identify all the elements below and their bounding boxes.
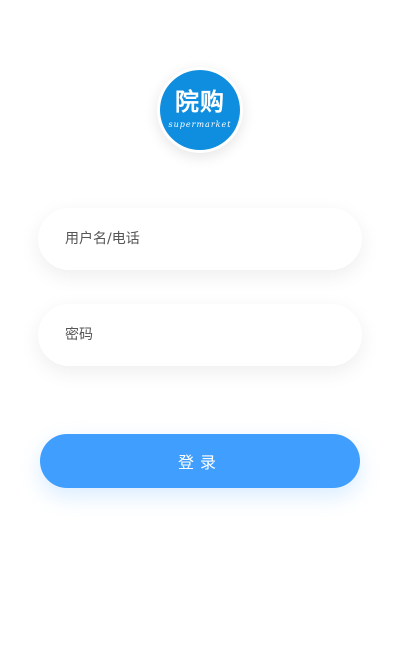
username-input[interactable]: [38, 208, 362, 270]
username-field-container: [38, 208, 362, 270]
logo-subtitle: supermarket: [168, 120, 232, 129]
logo-badge: 院购 supermarket: [160, 70, 240, 150]
password-input[interactable]: [38, 304, 362, 366]
app-logo: 院购 supermarket: [157, 67, 243, 153]
login-button[interactable]: 登录: [40, 434, 360, 488]
logo-title: 院购: [175, 88, 225, 116]
password-field-container: [38, 304, 362, 366]
